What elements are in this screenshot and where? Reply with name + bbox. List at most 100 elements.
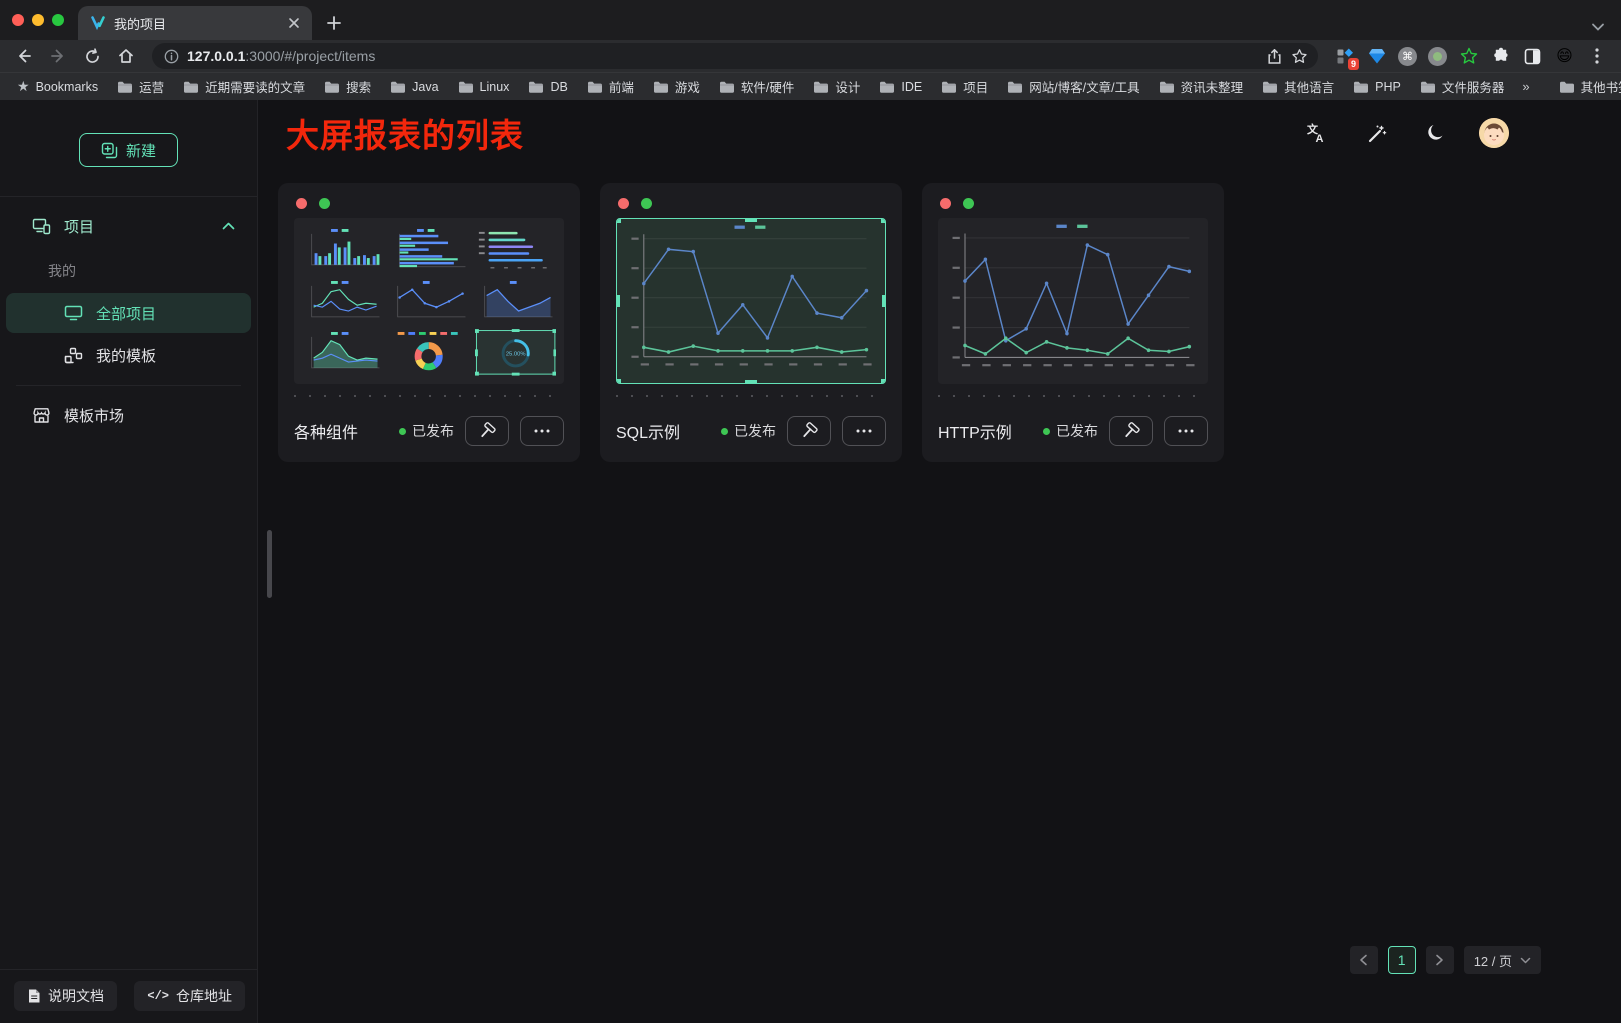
reload-button[interactable] <box>78 42 106 70</box>
extensions-puzzle-icon[interactable] <box>1490 46 1511 67</box>
project-thumbnail[interactable] <box>616 218 886 384</box>
bookmark-folder[interactable]: 项目 <box>936 77 993 96</box>
zoom-window-button[interactable] <box>52 14 64 26</box>
bookmark-folder[interactable]: 软件/硬件 <box>714 77 799 96</box>
close-window-button[interactable] <box>12 14 24 26</box>
extension-gem-icon[interactable] <box>1366 46 1387 67</box>
more-actions-button[interactable] <box>1164 416 1208 446</box>
bookmark-folder[interactable]: DB <box>523 80 572 94</box>
sidebar-item-my-templates[interactable]: 我的模板 <box>6 335 251 375</box>
docs-button[interactable]: 说明文档 <box>14 981 117 1011</box>
sidebar-section-project[interactable]: 项目 <box>6 207 251 245</box>
folder-icon <box>813 80 829 94</box>
dotted-divider <box>294 395 564 397</box>
tab-search-button[interactable] <box>1591 22 1621 40</box>
extension-dark-reader-icon[interactable] <box>1522 46 1543 67</box>
folder-icon <box>528 80 544 94</box>
project-thumbnail[interactable]: 25.00% <box>294 218 564 384</box>
folder-icon <box>879 80 895 94</box>
selection-handle[interactable] <box>745 218 757 222</box>
bookmark-folder[interactable]: 近期需要读的文章 <box>178 77 310 96</box>
sidebar-item-template-market[interactable]: 模板市场 <box>6 396 251 434</box>
selection-handle[interactable] <box>881 218 886 223</box>
more-actions-button[interactable] <box>520 416 564 446</box>
selection-handle[interactable] <box>616 218 621 223</box>
back-button[interactable] <box>10 42 38 70</box>
project-card: SQL示例 已发布 <box>600 183 902 462</box>
folder-icon <box>719 80 735 94</box>
storefront-icon <box>32 407 51 424</box>
magic-wand-icon <box>1366 123 1387 144</box>
edit-project-button[interactable] <box>1109 416 1153 446</box>
url-host: 127.0.0.1 <box>187 48 245 64</box>
bookmark-folder[interactable]: 搜索 <box>319 77 376 96</box>
extension-record-icon[interactable] <box>1428 47 1447 66</box>
selection-handle[interactable] <box>745 380 757 384</box>
scrollbar-thumb[interactable] <box>267 530 272 598</box>
profile-avatar-emoji[interactable]: 😄 <box>1554 46 1575 67</box>
home-button[interactable] <box>112 42 140 70</box>
bookmark-folder[interactable]: 前端 <box>582 77 639 96</box>
selection-handle[interactable] <box>881 379 886 384</box>
bookmark-folder[interactable]: 设计 <box>808 77 865 96</box>
edit-project-button[interactable] <box>465 416 509 446</box>
selection-handle[interactable] <box>616 295 620 307</box>
language-button[interactable]: 文 A <box>1305 122 1327 144</box>
bookmarks-manager[interactable]: ★ Bookmarks <box>12 78 103 95</box>
sidebar-item-all-projects[interactable]: 全部项目 <box>6 293 251 333</box>
current-page-button[interactable]: 1 <box>1388 946 1416 974</box>
browser-menu-button[interactable] <box>1586 46 1607 67</box>
bookmark-star-icon[interactable] <box>1291 48 1308 65</box>
project-thumbnail[interactable] <box>938 218 1208 384</box>
browser-tab-strip: 我的项目 <box>0 0 1621 40</box>
bookmark-folder[interactable]: 其他语言 <box>1257 77 1339 96</box>
dark-mode-button[interactable] <box>1425 122 1447 144</box>
bookmarks-overflow-chevron[interactable]: » <box>1518 79 1533 94</box>
card-dot-red <box>940 198 951 209</box>
folder-icon <box>1353 80 1369 94</box>
forward-button[interactable] <box>44 42 72 70</box>
bookmark-folder[interactable]: PHP <box>1348 80 1406 94</box>
selection-handle[interactable] <box>882 295 886 307</box>
bookmark-folder[interactable]: 运营 <box>112 77 169 96</box>
bookmark-folder[interactable]: IDE <box>874 80 927 94</box>
hammer-icon <box>478 422 496 440</box>
sidebar: 新建 项目 我的 全部项目 <box>0 100 258 1023</box>
extension-green-star-icon[interactable] <box>1458 46 1479 67</box>
edit-project-button[interactable] <box>787 416 831 446</box>
close-tab-icon[interactable] <box>286 15 302 31</box>
selection-handle[interactable] <box>616 379 621 384</box>
moon-icon <box>1426 123 1446 143</box>
folder-icon <box>183 80 199 94</box>
site-info-icon[interactable] <box>164 49 179 64</box>
share-icon[interactable] <box>1266 48 1283 65</box>
bookmark-folder[interactable]: Java <box>385 80 443 94</box>
minimize-window-button[interactable] <box>32 14 44 26</box>
theme-wand-button[interactable] <box>1365 122 1387 144</box>
extension-grid-icon[interactable]: 9 <box>1334 46 1355 67</box>
project-card: 25.00% 各种组件 已发布 <box>278 183 580 462</box>
hammer-icon <box>800 422 818 440</box>
new-tab-button[interactable] <box>320 9 348 37</box>
bookmark-folder[interactable]: 游戏 <box>648 77 705 96</box>
bookmark-folder[interactable]: 网站/博客/文章/工具 <box>1002 77 1144 96</box>
prev-page-button[interactable] <box>1350 946 1378 974</box>
extensions-row: 9 ⌘ 😄 <box>1330 46 1611 67</box>
address-bar[interactable]: 127.0.0.1:3000/#/project/items <box>152 43 1318 69</box>
ellipsis-icon <box>534 429 550 433</box>
folder-icon <box>117 80 133 94</box>
more-actions-button[interactable] <box>842 416 886 446</box>
new-project-button[interactable]: 新建 <box>79 133 178 167</box>
repo-button[interactable]: </> 仓库地址 <box>134 981 245 1011</box>
devices-icon <box>32 218 51 235</box>
next-page-button[interactable] <box>1426 946 1454 974</box>
mini-hbar-chart <box>388 226 469 273</box>
bookmark-folder[interactable]: 文件服务器 <box>1415 77 1510 96</box>
user-avatar[interactable] <box>1479 118 1509 148</box>
other-bookmarks-folder[interactable]: 其他书签 <box>1554 77 1621 96</box>
bookmark-folder[interactable]: 资讯未整理 <box>1154 77 1249 96</box>
page-size-select[interactable]: 12 / 页 <box>1464 946 1541 974</box>
browser-tab[interactable]: 我的项目 <box>78 6 312 40</box>
extension-cmd-icon[interactable]: ⌘ <box>1398 47 1417 66</box>
bookmark-folder[interactable]: Linux <box>453 80 515 94</box>
